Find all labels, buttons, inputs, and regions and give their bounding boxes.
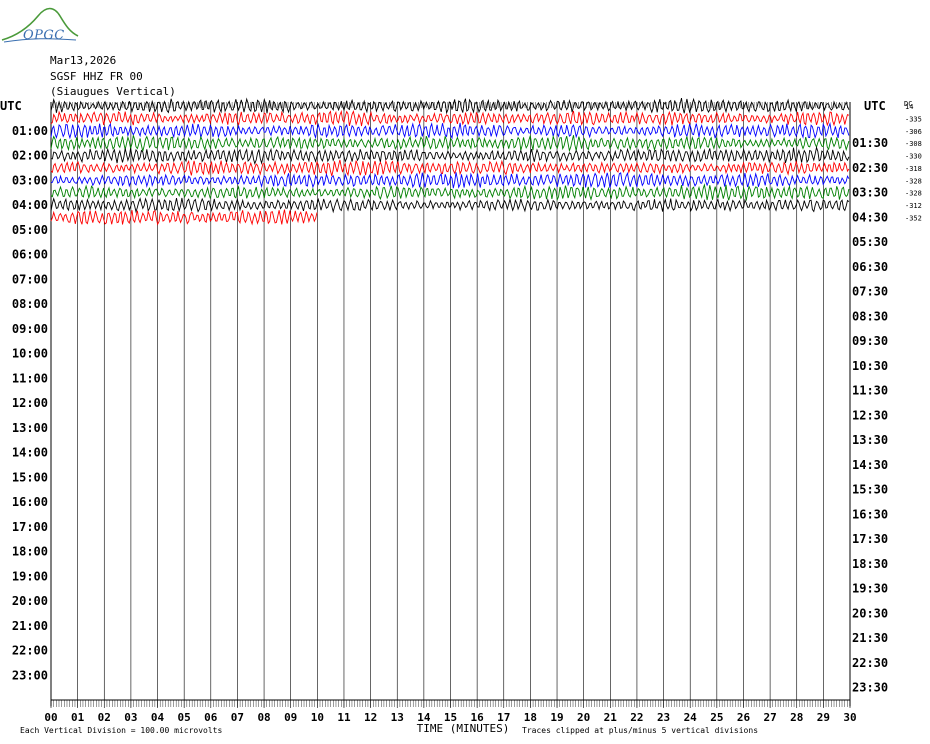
right-time-label: 21:30 (852, 631, 888, 645)
right-time-label: 12:30 (852, 408, 888, 422)
left-time-label: 02:00 (12, 149, 48, 163)
dc-offset-label: -312 (905, 202, 922, 210)
right-time-label: 22:30 (852, 656, 888, 670)
x-tick-label: 08 (257, 711, 270, 724)
right-time-label: 04:30 (852, 210, 888, 224)
right-time-label: 09:30 (852, 334, 888, 348)
right-time-label: 14:30 (852, 458, 888, 472)
x-tick-label: 10 (311, 711, 324, 724)
clip-note: Traces clipped at plus/minus 5 vertical … (522, 726, 758, 735)
right-time-label: 23:30 (852, 681, 888, 695)
dc-offset-label: -335 (905, 115, 922, 123)
dc-offset-label: -318 (905, 165, 922, 173)
left-time-label: 22:00 (12, 644, 48, 658)
left-time-label: 09:00 (12, 322, 48, 336)
right-time-label: 06:30 (852, 260, 888, 274)
trace-line (50, 145, 850, 165)
right-axis-title: UTC (864, 99, 886, 113)
trace-line (50, 183, 850, 202)
left-time-label: 03:00 (12, 173, 48, 187)
x-tick-label: 18 (524, 711, 537, 724)
x-tick-label: 23 (657, 711, 670, 724)
x-tick-label: 24 (684, 711, 698, 724)
seismic-traces (50, 97, 850, 226)
dc-offset-label: 14 (905, 103, 913, 111)
left-time-label: 23:00 (12, 668, 48, 682)
dc-offset-label: -352 (905, 214, 922, 222)
left-axis-title: UTC (0, 99, 22, 113)
left-time-label: 10:00 (12, 347, 48, 361)
x-tick-label: 03 (124, 711, 137, 724)
trace-line (50, 171, 850, 189)
right-time-label: 16:30 (852, 507, 888, 521)
right-time-label: 02:30 (852, 161, 888, 175)
left-time-label: 06:00 (12, 248, 48, 262)
x-tick-label: 19 (550, 711, 563, 724)
x-tick-label: 22 (630, 711, 643, 724)
trace-line (50, 121, 850, 140)
x-tick-label: 21 (604, 711, 618, 724)
right-time-label: 19:30 (852, 582, 888, 596)
x-tick-label: 26 (737, 711, 751, 724)
right-time-label: 10:30 (852, 359, 888, 373)
x-tick-label: 29 (817, 711, 830, 724)
x-tick-label: 11 (337, 711, 351, 724)
left-time-label: 19:00 (12, 569, 48, 583)
x-tick-label: 05 (178, 711, 191, 724)
x-tick-label: 04 (151, 711, 165, 724)
left-time-label: 04:00 (12, 198, 48, 212)
x-axis-title: TIME (MINUTES) (417, 722, 510, 735)
right-time-label: 15:30 (852, 483, 888, 497)
trace-line (50, 159, 850, 177)
left-time-label: 18:00 (12, 545, 48, 559)
x-tick-label: 01 (71, 711, 85, 724)
x-tick-label: 30 (843, 711, 856, 724)
left-time-label: 11:00 (12, 371, 48, 385)
x-tick-label: 13 (391, 711, 404, 724)
x-tick-label: 28 (790, 711, 803, 724)
dc-offset-label: -306 (905, 128, 922, 136)
dc-offset-label: -328 (905, 190, 922, 198)
right-time-label: 08:30 (852, 309, 888, 323)
left-time-label: 12:00 (12, 396, 48, 410)
left-time-label: 15:00 (12, 470, 48, 484)
right-time-label: 11:30 (852, 384, 888, 398)
left-time-label: 20:00 (12, 594, 48, 608)
x-tick-label: 25 (710, 711, 723, 724)
x-tick-label: 27 (763, 711, 776, 724)
x-tick-label: 00 (44, 711, 57, 724)
left-time-label: 08:00 (12, 297, 48, 311)
x-tick-label: 12 (364, 711, 377, 724)
left-time-label: 14:00 (12, 446, 48, 460)
right-time-label: 13:30 (852, 433, 888, 447)
right-time-label: 18:30 (852, 557, 888, 571)
left-time-label: 13:00 (12, 421, 48, 435)
right-time-label: 03:30 (852, 186, 888, 200)
dc-offset-label: -328 (905, 177, 922, 185)
dc-offset-label: -330 (905, 153, 922, 161)
x-tick-label: 09 (284, 711, 297, 724)
x-tick-label: 06 (204, 711, 218, 724)
left-time-label: 21:00 (12, 619, 48, 633)
trace-line (50, 134, 850, 153)
x-tick-label: 20 (577, 711, 590, 724)
left-time-label: 17:00 (12, 520, 48, 534)
left-time-label: 05:00 (12, 223, 48, 237)
left-time-label: 16:00 (12, 495, 48, 509)
trace-line (50, 109, 850, 127)
left-time-label: 01:00 (12, 124, 48, 138)
x-tick-label: 07 (231, 711, 244, 724)
dc-offset-label: -308 (905, 140, 922, 148)
left-time-label: 07:00 (12, 272, 48, 286)
scale-note: Each Vertical Division = 100.00 microvol… (20, 726, 222, 735)
right-time-label: 20:30 (852, 606, 888, 620)
right-time-label: 01:30 (852, 136, 888, 150)
helicorder-chart: 00 01 02 03 04 05 06 07 08 09 10 11 12 13 14 15 16 17 18 19… (0, 97, 922, 735)
right-time-label: 07:30 (852, 285, 888, 299)
right-time-label: 17:30 (852, 532, 888, 546)
right-time-label: 05:30 (852, 235, 888, 249)
x-tick-label: 02 (98, 711, 111, 724)
